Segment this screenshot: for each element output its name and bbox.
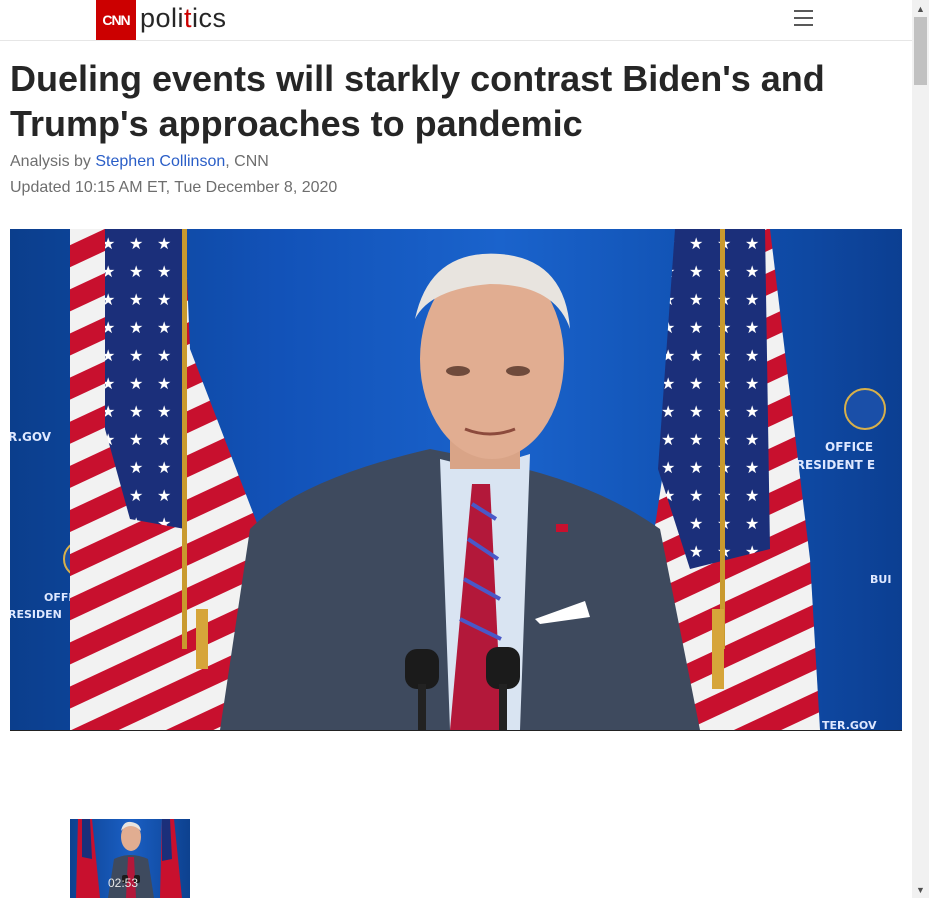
hamburger-menu-icon[interactable] bbox=[794, 10, 813, 28]
byline-prefix: Analysis by bbox=[10, 153, 96, 170]
scroll-down-arrow-icon[interactable]: ▼ bbox=[912, 881, 929, 898]
section-name-accent: t bbox=[184, 3, 193, 33]
author-link[interactable]: Stephen Collinson bbox=[95, 153, 225, 170]
video-thumbnail[interactable]: 02:53 bbox=[70, 819, 190, 898]
scrollbar-thumb[interactable] bbox=[914, 17, 927, 85]
backdrop-text: RESIDEN bbox=[10, 608, 62, 621]
backdrop-text: TER.GOV bbox=[822, 719, 877, 730]
page: CNN politics Dueling events will starkly… bbox=[0, 0, 912, 898]
backdrop-text: OFFI bbox=[44, 591, 72, 604]
section-name-politics[interactable]: politics bbox=[140, 3, 227, 34]
section-name-part: ics bbox=[192, 3, 227, 33]
section-name-part: poli bbox=[140, 3, 185, 33]
site-header: CNN politics bbox=[0, 0, 912, 41]
video-duration: 02:53 bbox=[108, 876, 139, 890]
backdrop-text: R.GOV bbox=[10, 430, 52, 444]
backdrop-text: BUI bbox=[870, 573, 891, 586]
article-headline: Dueling events will starkly contrast Bid… bbox=[10, 58, 825, 144]
hero-illustration: ★ R.GOV OFFI RESIDEN OFFICE PRESIDENT E … bbox=[10, 229, 891, 730]
backdrop-text: PRESIDENT E bbox=[787, 458, 875, 472]
hero-image[interactable]: ★ R.GOV OFFI RESIDEN OFFICE PRESIDENT E … bbox=[10, 229, 902, 731]
update-timestamp: Updated 10:15 AM ET, Tue December 8, 202… bbox=[10, 179, 338, 196]
vertical-scrollbar[interactable]: ▲ ▼ bbox=[912, 0, 929, 898]
backdrop-text: OFFICE bbox=[825, 440, 873, 454]
byline-suffix: , CNN bbox=[225, 153, 269, 170]
cnn-logo[interactable]: CNN bbox=[96, 0, 136, 40]
scroll-up-arrow-icon[interactable]: ▲ bbox=[912, 0, 929, 17]
byline: Analysis by Stephen Collinson, CNN bbox=[10, 153, 269, 171]
